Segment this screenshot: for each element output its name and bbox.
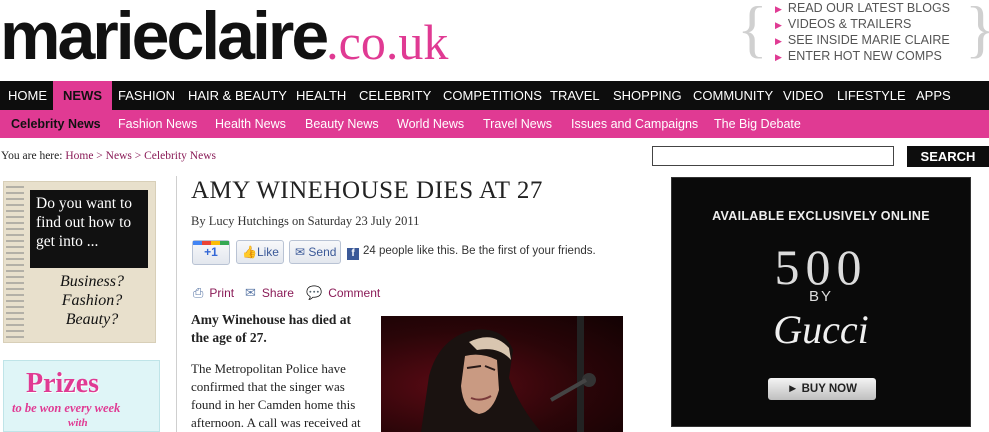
share-icon: ✉ bbox=[245, 285, 256, 300]
nav-lifestyle[interactable]: LIFESTYLE bbox=[837, 81, 906, 110]
facebook-send-button[interactable]: ✉ Send bbox=[289, 240, 341, 264]
sub-nav: Celebrity News Fashion News Health News … bbox=[0, 110, 989, 138]
buy-now-button[interactable]: ► BUY NOW bbox=[768, 378, 876, 400]
article-lede: Amy Winehouse has died at the age of 27. bbox=[191, 312, 352, 345]
nav-news[interactable]: NEWS bbox=[53, 81, 112, 110]
facebook-icon: f bbox=[347, 248, 359, 260]
breadcrumb-sep: > bbox=[134, 150, 142, 162]
article-photo bbox=[381, 316, 623, 432]
logo-domain: .co.uk bbox=[326, 14, 449, 70]
subnav-world-news[interactable]: World News bbox=[397, 110, 464, 138]
breadcrumb-news[interactable]: News bbox=[106, 150, 132, 162]
promo-links: { ▶ READ OUR LATEST BLOGS ▶ VIDEOS & TRAIL… bbox=[737, 0, 989, 66]
column-divider bbox=[176, 176, 177, 432]
like-label: Like bbox=[256, 245, 279, 259]
gucci-ad-brand: Gucci bbox=[773, 307, 869, 352]
site-logo[interactable]: marieclaire.co.uk bbox=[0, 0, 448, 82]
article-date: on Saturday 23 July 2011 bbox=[292, 214, 420, 228]
subnav-fashion-news[interactable]: Fashion News bbox=[118, 110, 197, 138]
article-author: By Lucy Hutchings bbox=[191, 214, 289, 228]
arrow-right-icon: ▶ bbox=[775, 52, 782, 62]
comment-icon: 💬 bbox=[306, 285, 323, 300]
prizes-ad-subtitle: to be won every week bbox=[12, 401, 121, 415]
gucci-ad-header: AVAILABLE EXCLUSIVELY ONLINE bbox=[712, 209, 930, 223]
left-brace-icon: { bbox=[737, 0, 768, 64]
print-link[interactable]: ⎙ Print bbox=[193, 285, 234, 301]
breadcrumb-sep: > bbox=[96, 150, 103, 162]
article-headline: AMY WINEHOUSE DIES AT 27 bbox=[191, 177, 543, 204]
nav-community[interactable]: COMMUNITY bbox=[693, 81, 773, 110]
promo-link-inside[interactable]: ▶ SEE INSIDE MARIE CLAIRE bbox=[775, 32, 950, 48]
fb-count-text: 24 people like this. Be the first of you… bbox=[363, 245, 596, 257]
google-plus-one-button[interactable]: +1 bbox=[192, 240, 230, 265]
article-body: The Metropolitan Police have confirmed t… bbox=[191, 361, 361, 430]
search-button[interactable]: SEARCH bbox=[907, 146, 989, 167]
promo-link-label: VIDEOS & TRAILERS bbox=[787, 17, 912, 31]
print-label: Print bbox=[209, 286, 235, 300]
breadcrumb-current[interactable]: Celebrity News bbox=[144, 150, 216, 162]
right-brace-icon: } bbox=[965, 0, 989, 64]
subnav-big-debate[interactable]: The Big Debate bbox=[714, 110, 801, 138]
career-ad[interactable]: Do you want to find out how to get into … bbox=[3, 181, 156, 343]
nav-celebrity[interactable]: CELEBRITY bbox=[359, 81, 431, 110]
subnav-celebrity-news[interactable]: Celebrity News bbox=[11, 110, 101, 138]
nav-travel[interactable]: TRAVEL bbox=[550, 81, 600, 110]
article-byline: By Lucy Hutchings on Saturday 23 July 20… bbox=[191, 214, 419, 229]
logo-name: marieclaire bbox=[0, 0, 329, 74]
subnav-issues-campaigns[interactable]: Issues and Campaigns bbox=[571, 110, 698, 138]
comment-label: Comment bbox=[328, 286, 381, 300]
facebook-like-button[interactable]: 👍Like bbox=[236, 240, 284, 264]
gucci-ad[interactable]: AVAILABLE EXCLUSIVELY ONLINE 500 BY Gucc… bbox=[671, 177, 971, 427]
send-label: Send bbox=[308, 245, 337, 259]
career-ad-line: Business? bbox=[60, 273, 124, 290]
plus-one-label: +1 bbox=[204, 245, 218, 259]
prizes-ad-with: with bbox=[68, 417, 88, 429]
nav-home[interactable]: HOME bbox=[0, 81, 55, 110]
promo-link-label: SEE INSIDE MARIE CLAIRE bbox=[787, 33, 950, 47]
gucci-ad-by: BY bbox=[808, 288, 833, 305]
subnav-health-news[interactable]: Health News bbox=[215, 110, 286, 138]
nav-apps[interactable]: APPS bbox=[916, 81, 951, 110]
career-ad-line: Fashion? bbox=[61, 292, 123, 309]
nav-shopping[interactable]: SHOPPING bbox=[613, 81, 682, 110]
promo-link-label: ENTER HOT NEW COMPS bbox=[787, 49, 942, 63]
promo-link-videos[interactable]: ▶ VIDEOS & TRAILERS bbox=[775, 16, 950, 32]
send-icon: ✉ bbox=[295, 245, 306, 259]
arrow-right-icon: ▶ bbox=[775, 20, 782, 30]
search-input[interactable] bbox=[652, 146, 894, 166]
notebook-spiral bbox=[6, 186, 24, 338]
arrow-right-icon: ▶ bbox=[775, 36, 782, 46]
subnav-beauty-news[interactable]: Beauty News bbox=[305, 110, 379, 138]
share-label: Share bbox=[261, 286, 294, 300]
nav-health[interactable]: HEALTH bbox=[296, 81, 346, 110]
share-link[interactable]: ✉ Share bbox=[245, 285, 294, 301]
prizes-ad[interactable]: Prizes to be won every week with bbox=[3, 360, 160, 432]
nav-competitions[interactable]: COMPETITIONS bbox=[443, 81, 542, 110]
main-nav: HOME NEWS FASHION HAIR & BEAUTY HEALTH C… bbox=[0, 81, 989, 110]
career-ad-line: Beauty? bbox=[65, 311, 119, 328]
printer-icon: ⎙ bbox=[193, 285, 204, 300]
nav-video[interactable]: VIDEO bbox=[783, 81, 823, 110]
promo-link-blogs[interactable]: ▶ READ OUR LATEST BLOGS bbox=[775, 0, 950, 16]
prizes-ad-title: Prizes bbox=[26, 368, 100, 399]
comment-link[interactable]: 💬 Comment bbox=[306, 285, 380, 301]
career-ad-options: Business? Fashion? Beauty? bbox=[44, 272, 140, 329]
nav-hair-beauty[interactable]: HAIR & BEAUTY bbox=[188, 81, 287, 110]
promo-link-comps[interactable]: ▶ ENTER HOT NEW COMPS bbox=[775, 48, 950, 64]
article-photo-image bbox=[421, 316, 596, 432]
facebook-like-count: f 24 people like this. Be the first of yo… bbox=[347, 245, 596, 260]
breadcrumb: You are here: Home > News > Celebrity Ne… bbox=[1, 150, 216, 162]
arrow-right-icon: ▶ bbox=[775, 4, 782, 14]
breadcrumb-prefix: You are here: bbox=[1, 150, 63, 162]
google-color-bar bbox=[193, 241, 229, 245]
subnav-travel-news[interactable]: Travel News bbox=[483, 110, 552, 138]
breadcrumb-home[interactable]: Home bbox=[65, 150, 93, 162]
nav-fashion[interactable]: FASHION bbox=[118, 81, 175, 110]
career-ad-box: Do you want to find out how to get into … bbox=[30, 190, 148, 268]
thumbs-up-icon: 👍 bbox=[242, 245, 257, 259]
career-ad-box-text: Do you want to find out how to get into … bbox=[36, 195, 133, 250]
promo-link-label: READ OUR LATEST BLOGS bbox=[787, 1, 951, 15]
